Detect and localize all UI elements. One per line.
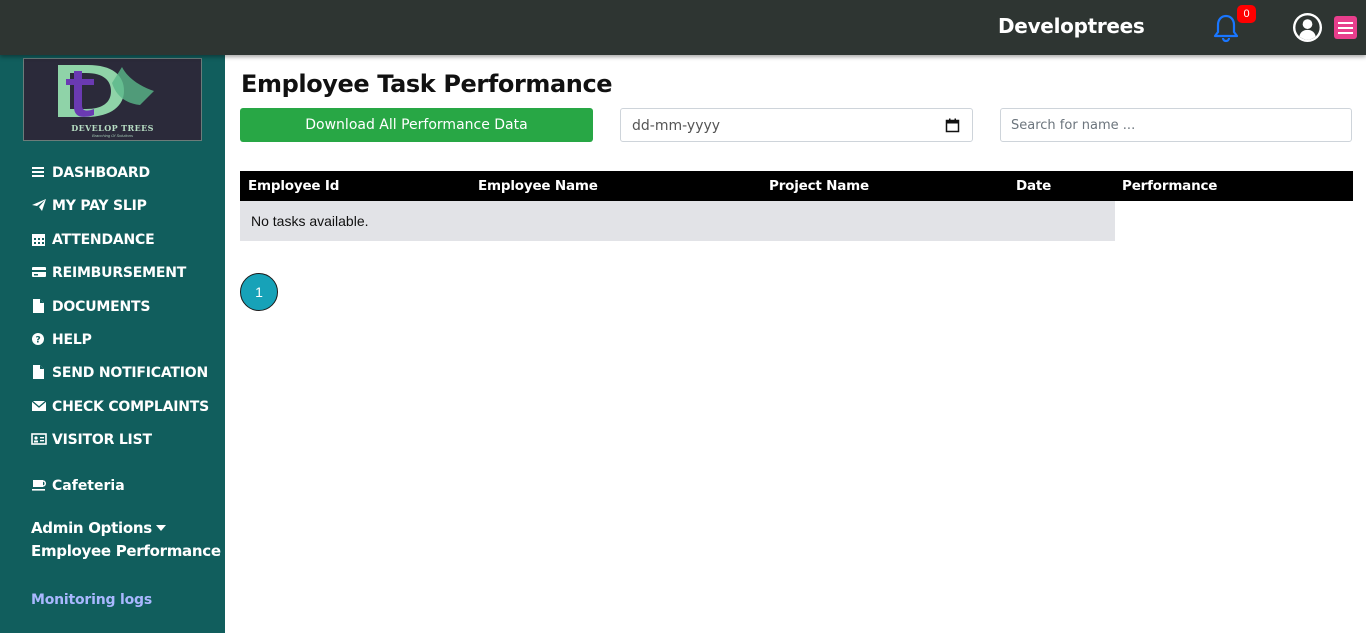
company-logo[interactable]: DEVELOP TREES Branching Of Solutions	[23, 58, 202, 141]
sidebar-item-label: CHECK COMPLAINTS	[52, 399, 210, 415]
question-circle-icon: ?	[32, 333, 44, 346]
sidebar-item-label: Cafeteria	[52, 478, 125, 494]
top-navbar: Developtrees 0	[0, 0, 1366, 55]
svg-text:?: ?	[35, 336, 40, 346]
calendar-icon	[32, 234, 45, 246]
sidebar-item-dashboard[interactable]: DASHBOARD	[31, 163, 150, 183]
calendar-picker-icon[interactable]	[945, 118, 960, 133]
hamburger-line	[1338, 32, 1353, 34]
employee-performance-dropdown[interactable]: Employee Performance	[31, 541, 235, 561]
sidebar: DEVELOP TREES Branching Of Solutions DAS…	[0, 55, 235, 633]
admin-options-dropdown[interactable]: Admin Options	[31, 518, 166, 538]
credit-card-icon	[32, 267, 46, 277]
hamburger-menu-button[interactable]	[1334, 16, 1357, 39]
empty-table-message: No tasks available.	[251, 213, 369, 229]
brand-name: Developtrees	[998, 14, 1145, 38]
sidebar-item-label: SEND NOTIFICATION	[52, 365, 209, 381]
page-title: Employee Task Performance	[241, 70, 613, 98]
logo-text: DEVELOP TREES	[71, 123, 154, 133]
column-header-project-name: Project Name	[769, 178, 869, 194]
sidebar-item-attendance[interactable]: ATTENDANCE	[31, 230, 155, 250]
file-icon	[33, 299, 44, 313]
logo-tagline: Branching Of Solutions	[92, 133, 133, 138]
sidebar-item-send-notification[interactable]: SEND NOTIFICATION	[31, 363, 208, 383]
sidebar-item-label: HELP	[52, 332, 92, 348]
sidebar-item-label: MY PAY SLIP	[52, 198, 147, 214]
coffee-icon	[32, 480, 46, 491]
paper-plane-icon	[32, 199, 46, 211]
caret-down-icon	[155, 525, 166, 531]
sidebar-item-my-pay-slip[interactable]: MY PAY SLIP	[31, 196, 147, 216]
sidebar-item-cafeteria[interactable]: Cafeteria	[31, 476, 125, 496]
sidebar-item-check-complaints[interactable]: CHECK COMPLAINTS	[31, 397, 209, 417]
id-card-icon	[31, 433, 47, 445]
file-icon	[33, 365, 44, 379]
sidebar-item-visitor-list[interactable]: VISITOR LIST	[31, 430, 152, 450]
sidebar-item-help[interactable]: ? HELP	[31, 330, 92, 350]
column-header-date: Date	[1016, 178, 1052, 194]
sidebar-item-label: ATTENDANCE	[52, 232, 155, 248]
bars-icon	[32, 167, 44, 177]
notification-badge: 0	[1237, 5, 1256, 23]
envelope-icon	[31, 400, 47, 411]
column-header-performance: Performance	[1122, 178, 1218, 194]
sidebar-item-label: DOCUMENTS	[52, 299, 151, 315]
hamburger-line	[1338, 22, 1353, 24]
sidebar-item-label: VISITOR LIST	[52, 432, 152, 448]
table-header: Employee Id Employee Name Project Name D…	[240, 171, 1353, 201]
user-avatar-icon[interactable]	[1292, 12, 1323, 43]
hamburger-line	[1338, 27, 1353, 29]
monitoring-logs-link[interactable]: Monitoring logs	[31, 592, 152, 608]
column-header-employee-name: Employee Name	[478, 178, 598, 194]
sidebar-item-documents[interactable]: DOCUMENTS	[31, 297, 150, 317]
date-placeholder: dd-mm-yyyy	[632, 118, 721, 134]
dropdown-label: Employee Performance	[31, 542, 221, 560]
download-performance-button[interactable]: Download All Performance Data	[240, 108, 593, 142]
pagination-page-button[interactable]: 1	[240, 273, 278, 311]
caret-down-icon	[224, 548, 235, 554]
column-header-employee-id: Employee Id	[248, 178, 340, 194]
date-filter-input[interactable]: dd-mm-yyyy	[620, 108, 973, 142]
search-name-input[interactable]	[1000, 108, 1352, 142]
table-row: No tasks available.	[240, 201, 1115, 241]
sidebar-item-label: REIMBURSEMENT	[52, 265, 187, 281]
sidebar-item-reimbursement[interactable]: REIMBURSEMENT	[31, 263, 186, 283]
sidebar-item-label: DASHBOARD	[52, 165, 150, 181]
dropdown-label: Admin Options	[31, 519, 152, 537]
